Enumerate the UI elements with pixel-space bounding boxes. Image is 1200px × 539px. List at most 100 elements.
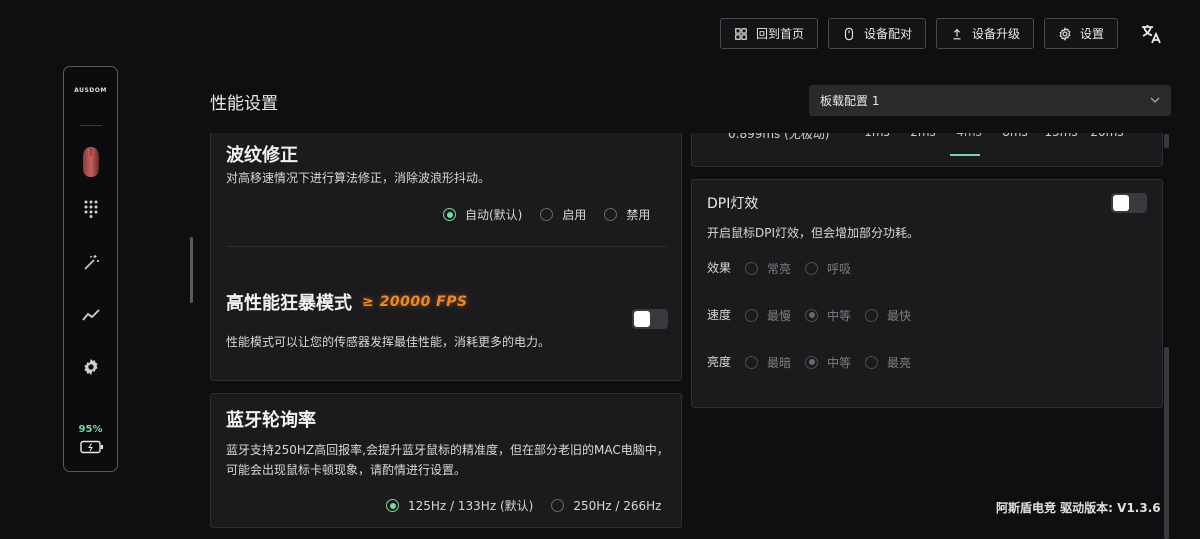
keypad-icon[interactable] [80,198,102,220]
speed-row: 速度 最慢 中等 最快 [707,305,911,325]
upgrade-button[interactable]: 设备升级 [936,18,1035,49]
sleep-strip: 0.899ms (无极动) 1ms 2ms 4ms 8ms 15ms 20ms [728,133,1130,142]
ripple-desc: 对高移速情况下进行算法修正，消除波浪形抖动。 [226,171,491,185]
bluetooth-options: 125Hz / 133Hz (默认) 250Hz / 266Hz [386,497,661,514]
chart-line-icon[interactable] [80,304,102,326]
ripple-option-disable-label: 禁用 [626,208,651,222]
bluetooth-title: 蓝牙轮询率 [226,410,316,431]
effect-option-steady-label: 常亮 [767,261,792,276]
performance-title: 高性能狂暴模式 [226,293,352,314]
brightness-option-dimmest-label: 最暗 [767,355,792,370]
gear-icon[interactable] [80,356,102,378]
content-scrollbar-top[interactable] [1164,134,1169,148]
speed-option-medium[interactable]: 中等 [805,307,851,324]
driver-version: 阿斯盾电竞 驱动版本: V1.3.6 [996,501,1161,515]
speed-option-fastest-label: 最快 [887,308,912,323]
effect-row: 效果 常亮 呼吸 [707,258,851,278]
radio-dot [386,499,399,512]
speed-option-slowest[interactable]: 最慢 [745,307,791,324]
bluetooth-option-125-label: 125Hz / 133Hz (默认) [408,499,534,513]
top-toolbar: 回到首页 设备配对 设备升级 设置 [720,18,1119,49]
pair-button[interactable]: 设备配对 [828,18,927,49]
card-divider [226,246,667,247]
fps-badge: ≥ 20000 FPS [362,294,468,310]
settings-button-label: 设置 [1080,27,1105,41]
radio-dot [805,261,819,275]
brightness-option-dimmest[interactable]: 最暗 [745,354,791,371]
home-button-label: 回到首页 [756,27,805,41]
radio-dot [745,261,759,275]
effect-option-breath[interactable]: 呼吸 [805,260,851,277]
effect-option-steady[interactable]: 常亮 [745,260,791,277]
brightness-option-brightest-label: 最亮 [887,355,912,370]
content-scrollbar[interactable] [1164,347,1169,539]
radio-dot [865,355,879,369]
radio-dot [604,208,618,221]
settings-button[interactable]: 设置 [1044,18,1119,49]
radio-dot [551,499,565,512]
sleep-option-selected[interactable]: 4ms [946,133,992,142]
brightness-row: 亮度 最暗 中等 最亮 [707,352,911,372]
bluetooth-option-250-label: 250Hz / 266Hz [573,498,662,513]
brightness-option-medium-label: 中等 [827,355,852,370]
pair-button-label: 设备配对 [864,27,913,41]
dpi-light-desc: 开启鼠标DPI灯效，但会增加部分功耗。 [707,226,920,240]
ripple-options: 自动(默认) 启用 禁用 [443,206,650,223]
dpi-light-toggle[interactable] [1111,193,1147,213]
ripple-option-auto-label: 自动(默认) [465,208,523,222]
sleep-time-card: 0.899ms (无极动) 1ms 2ms 4ms 8ms 15ms 20ms [691,133,1163,167]
dpi-light-title: DPI灯效 [707,196,759,212]
speed-option-medium-label: 中等 [827,308,852,323]
speed-option-fastest[interactable]: 最快 [865,307,911,324]
radio-dot [745,308,759,322]
ripple-performance-card: 波纹修正 对高移速情况下进行算法修正，消除波浪形抖动。 自动(默认) 启用 禁用… [210,133,682,381]
ripple-title: 波纹修正 [226,145,298,166]
sidebar-scroll-indicator[interactable] [190,237,193,303]
speed-option-slowest-label: 最慢 [767,308,792,323]
sidebar-divider [79,125,102,126]
page-title: 性能设置 [210,94,278,114]
bluetooth-option-250[interactable]: 250Hz / 266Hz [551,497,661,514]
brightness-option-brightest[interactable]: 最亮 [865,354,911,371]
brightness-label: 亮度 [707,355,732,369]
home-grid-icon [735,27,747,40]
speed-label: 速度 [707,308,732,322]
bluetooth-card: 蓝牙轮询率 蓝牙支持250HZ高回报率,会提升蓝牙鼠标的精准度，但在部分老旧的M… [210,393,682,528]
gear-icon [1059,26,1071,41]
sleep-option[interactable]: 1ms [854,133,900,142]
ripple-option-auto[interactable]: 自动(默认) [443,206,522,223]
ripple-option-enable-label: 启用 [562,208,587,222]
battery-icon [80,440,103,454]
performance-toggle[interactable] [632,309,668,329]
sleep-selected-underline [950,154,980,156]
upload-arrow-icon [953,28,961,39]
config-select[interactable]: 板载配置 1 [809,85,1171,116]
config-select-value: 板载配置 1 [820,94,880,108]
performance-desc: 性能模式可以让您的传感器发挥最佳性能，消耗更多的电力。 [226,335,551,349]
radio-dot [540,208,554,221]
chevron-down-icon [1150,97,1160,103]
brand-logo: AUSDOM [74,87,107,94]
radio-dot [443,208,456,221]
translate-icon[interactable] [1139,22,1163,46]
ripple-option-enable[interactable]: 启用 [540,206,586,223]
magic-wand-icon[interactable] [80,252,102,274]
sidebar: AUSDOM 95% [63,66,118,472]
sleep-option[interactable]: 0.899ms (无极动) [728,133,854,142]
sleep-option[interactable]: 15ms [1038,133,1084,142]
radio-dot [865,308,879,322]
mouse-icon [844,27,854,40]
bluetooth-option-125[interactable]: 125Hz / 133Hz (默认) [386,497,533,514]
effect-option-breath-label: 呼吸 [827,261,852,276]
ripple-option-disable[interactable]: 禁用 [604,206,650,223]
brightness-option-medium[interactable]: 中等 [805,354,851,371]
dpi-light-card: DPI灯效 开启鼠标DPI灯效，但会增加部分功耗。 效果 常亮 呼吸 速度 最慢… [691,179,1163,408]
bluetooth-desc: 蓝牙支持250HZ高回报率,会提升蓝牙鼠标的精准度，但在部分老旧的MAC电脑中，… [226,443,669,477]
sleep-option[interactable]: 20ms [1084,133,1130,142]
battery-percent: 95% [78,424,103,435]
home-button[interactable]: 回到首页 [720,18,819,49]
sleep-option[interactable]: 8ms [992,133,1038,142]
sleep-option[interactable]: 2ms [900,133,946,142]
mouse-icon[interactable] [81,146,101,178]
upgrade-button-label: 设备升级 [972,27,1021,41]
